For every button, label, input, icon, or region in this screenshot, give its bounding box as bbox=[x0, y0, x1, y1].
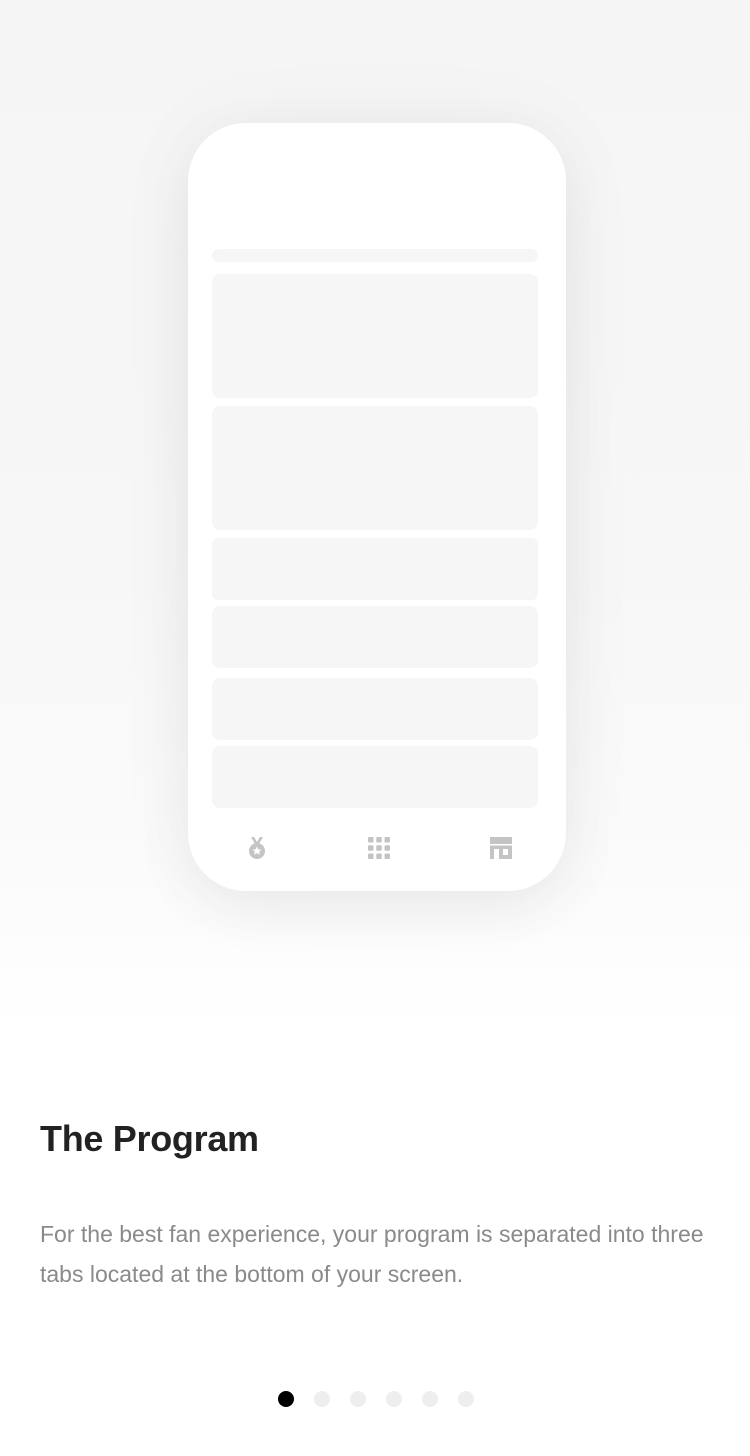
pagination-dot[interactable] bbox=[458, 1391, 474, 1407]
skeleton-row bbox=[212, 746, 538, 808]
page-description: For the best fan experience, your progra… bbox=[40, 1221, 704, 1287]
grid-icon bbox=[366, 835, 392, 861]
page-title: The Program bbox=[40, 1118, 259, 1159]
skeleton-card bbox=[212, 274, 538, 398]
pagination-dot[interactable] bbox=[314, 1391, 330, 1407]
pagination-dot[interactable] bbox=[278, 1391, 294, 1407]
pagination-dot[interactable] bbox=[350, 1391, 366, 1407]
skeleton-row bbox=[212, 606, 538, 668]
skeleton-row bbox=[212, 538, 538, 600]
phone-mockup bbox=[188, 123, 566, 891]
pagination-dot[interactable] bbox=[386, 1391, 402, 1407]
store-icon bbox=[488, 835, 514, 861]
skeleton-row bbox=[212, 678, 538, 740]
skeleton-card bbox=[212, 406, 538, 530]
medal-icon bbox=[244, 835, 270, 861]
pagination-dots[interactable] bbox=[278, 1391, 474, 1407]
pagination-dot[interactable] bbox=[422, 1391, 438, 1407]
illustration-background bbox=[0, 0, 750, 1030]
skeleton-header-bar bbox=[212, 249, 538, 262]
